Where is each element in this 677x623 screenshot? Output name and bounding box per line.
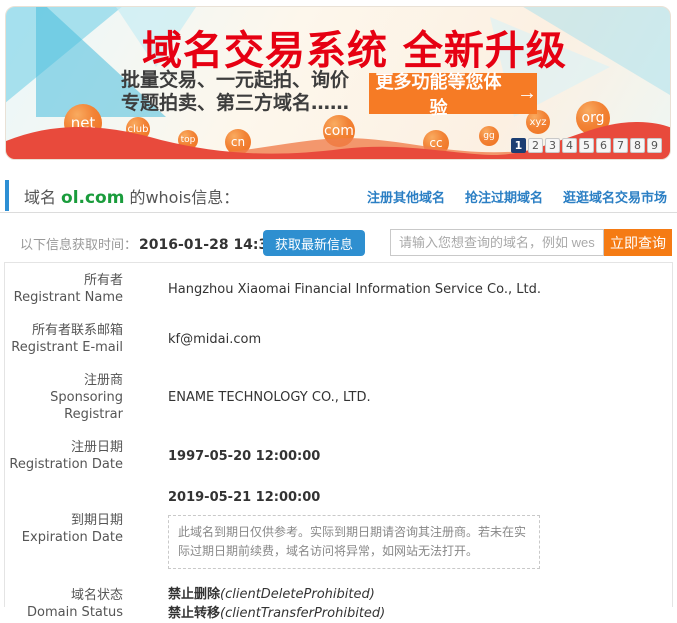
row-sponsoring-registrar: 注册商 Sponsoring Registrar ENAME TECHNOLOG… (5, 372, 672, 423)
registrar-value: ENAME TECHNOLOGY CO., LTD. (168, 389, 371, 406)
banner-page-8[interactable]: 8 (630, 138, 645, 153)
row-label: 域名状态 Domain Status (5, 587, 123, 621)
row-label: 到期日期 Expiration Date (5, 512, 123, 546)
banner-pagination: 1 2 3 4 5 6 7 8 9 (511, 138, 662, 153)
banner-subtitle-line1: 批量交易、一元起拍、询价 (121, 69, 349, 92)
banner-page-7[interactable]: 7 (613, 138, 628, 153)
row-label: 注册商 Sponsoring Registrar (5, 372, 123, 423)
page-title-prefix: 域名 (24, 188, 56, 207)
domain-status-values: 禁止删除(clientDeleteProhibited) 禁止转移(client… (168, 585, 385, 623)
row-label: 所有者联系邮箱 Registrant E-mail (5, 322, 123, 356)
page-title: 域名 ol.com 的whois信息： (24, 184, 239, 208)
row-registration-date: 注册日期 Registration Date 1997-05-20 12:00:… (5, 439, 672, 473)
banner-cta-label: 更多功能等您体验 (369, 68, 508, 120)
toolbar: 以下信息获取时间：2016-01-28 14:37:00 获取最新信息 立即查询 (0, 226, 677, 258)
queried-domain: ol.com (61, 188, 124, 208)
row-registrant-email: 所有者联系邮箱 Registrant E-mail kf@midai.com (5, 322, 672, 356)
banner-page-1[interactable]: 1 (511, 138, 526, 153)
row-registrant-name: 所有者 Registrant Name Hangzhou Xiaomai Fin… (5, 272, 672, 306)
link-domain-trade-market[interactable]: 逛逛域名交易市场 (563, 187, 667, 206)
search-button[interactable]: 立即查询 (604, 229, 672, 256)
row-label: 注册日期 Registration Date (5, 439, 123, 473)
registration-date-value: 1997-05-20 12:00:00 (168, 448, 320, 465)
banner-page-6[interactable]: 6 (596, 138, 611, 153)
fetch-time: 以下信息获取时间：2016-01-28 14:37:00 (20, 234, 303, 253)
expiration-date-block: 2019-05-21 12:00:00 此域名到期日仅供参考。实际到期日期请咨询… (168, 489, 540, 569)
banner-page-2[interactable]: 2 (528, 138, 543, 153)
promo-banner[interactable]: 域名交易系统 全新升级 批量交易、一元起拍、询价 专题拍卖、第三方域名…… 更多… (5, 6, 671, 160)
row-label: 所有者 Registrant Name (5, 272, 123, 306)
whois-header: 域名 ol.com 的whois信息： 注册其他域名 抢注过期域名 逛逛域名交易市场 (0, 180, 677, 213)
banner-subtitle-line2: 专题拍卖、第三方域名…… (121, 92, 349, 115)
link-backorder-expired-domains[interactable]: 抢注过期域名 (465, 187, 543, 206)
banner-subtitle: 批量交易、一元起拍、询价 专题拍卖、第三方域名…… (121, 69, 349, 115)
fetch-time-label: 以下信息获取时间： (20, 238, 137, 253)
status-delete-prohibited: 禁止删除(clientDeleteProhibited) (168, 585, 385, 604)
page-title-suffix: 的whois信息： (129, 188, 239, 207)
banner-page-3[interactable]: 3 (545, 138, 560, 153)
domain-search-input[interactable] (390, 229, 604, 256)
header-accent-bar (5, 180, 9, 211)
whois-info-panel: 所有者 Registrant Name Hangzhou Xiaomai Fin… (4, 262, 673, 607)
link-register-other-domains[interactable]: 注册其他域名 (367, 187, 445, 206)
registrant-email-value: kf@midai.com (168, 331, 261, 348)
status-transfer-prohibited: 禁止转移(clientTransferProhibited) (168, 604, 385, 623)
header-links: 注册其他域名 抢注过期域名 逛逛域名交易市场 (367, 187, 667, 206)
expiration-date-value: 2019-05-21 12:00:00 (168, 489, 540, 506)
banner-cta-button[interactable]: 更多功能等您体验 → (369, 73, 537, 114)
row-expiration-date: 到期日期 Expiration Date 2019-05-21 12:00:00… (5, 489, 672, 569)
arrow-right-icon: → (517, 82, 537, 105)
registrant-name-value: Hangzhou Xiaomai Financial Information S… (168, 281, 541, 298)
banner-page-9[interactable]: 9 (647, 138, 662, 153)
expiration-note: 此域名到期日仅供参考。实际到期日期请咨询其注册商。若未在实际过期日期前续费，域名… (168, 515, 540, 569)
banner-page-4[interactable]: 4 (562, 138, 577, 153)
row-domain-status: 域名状态 Domain Status 禁止删除(clientDeleteProh… (5, 585, 672, 623)
banner-page-5[interactable]: 5 (579, 138, 594, 153)
refresh-button[interactable]: 获取最新信息 (263, 230, 365, 256)
